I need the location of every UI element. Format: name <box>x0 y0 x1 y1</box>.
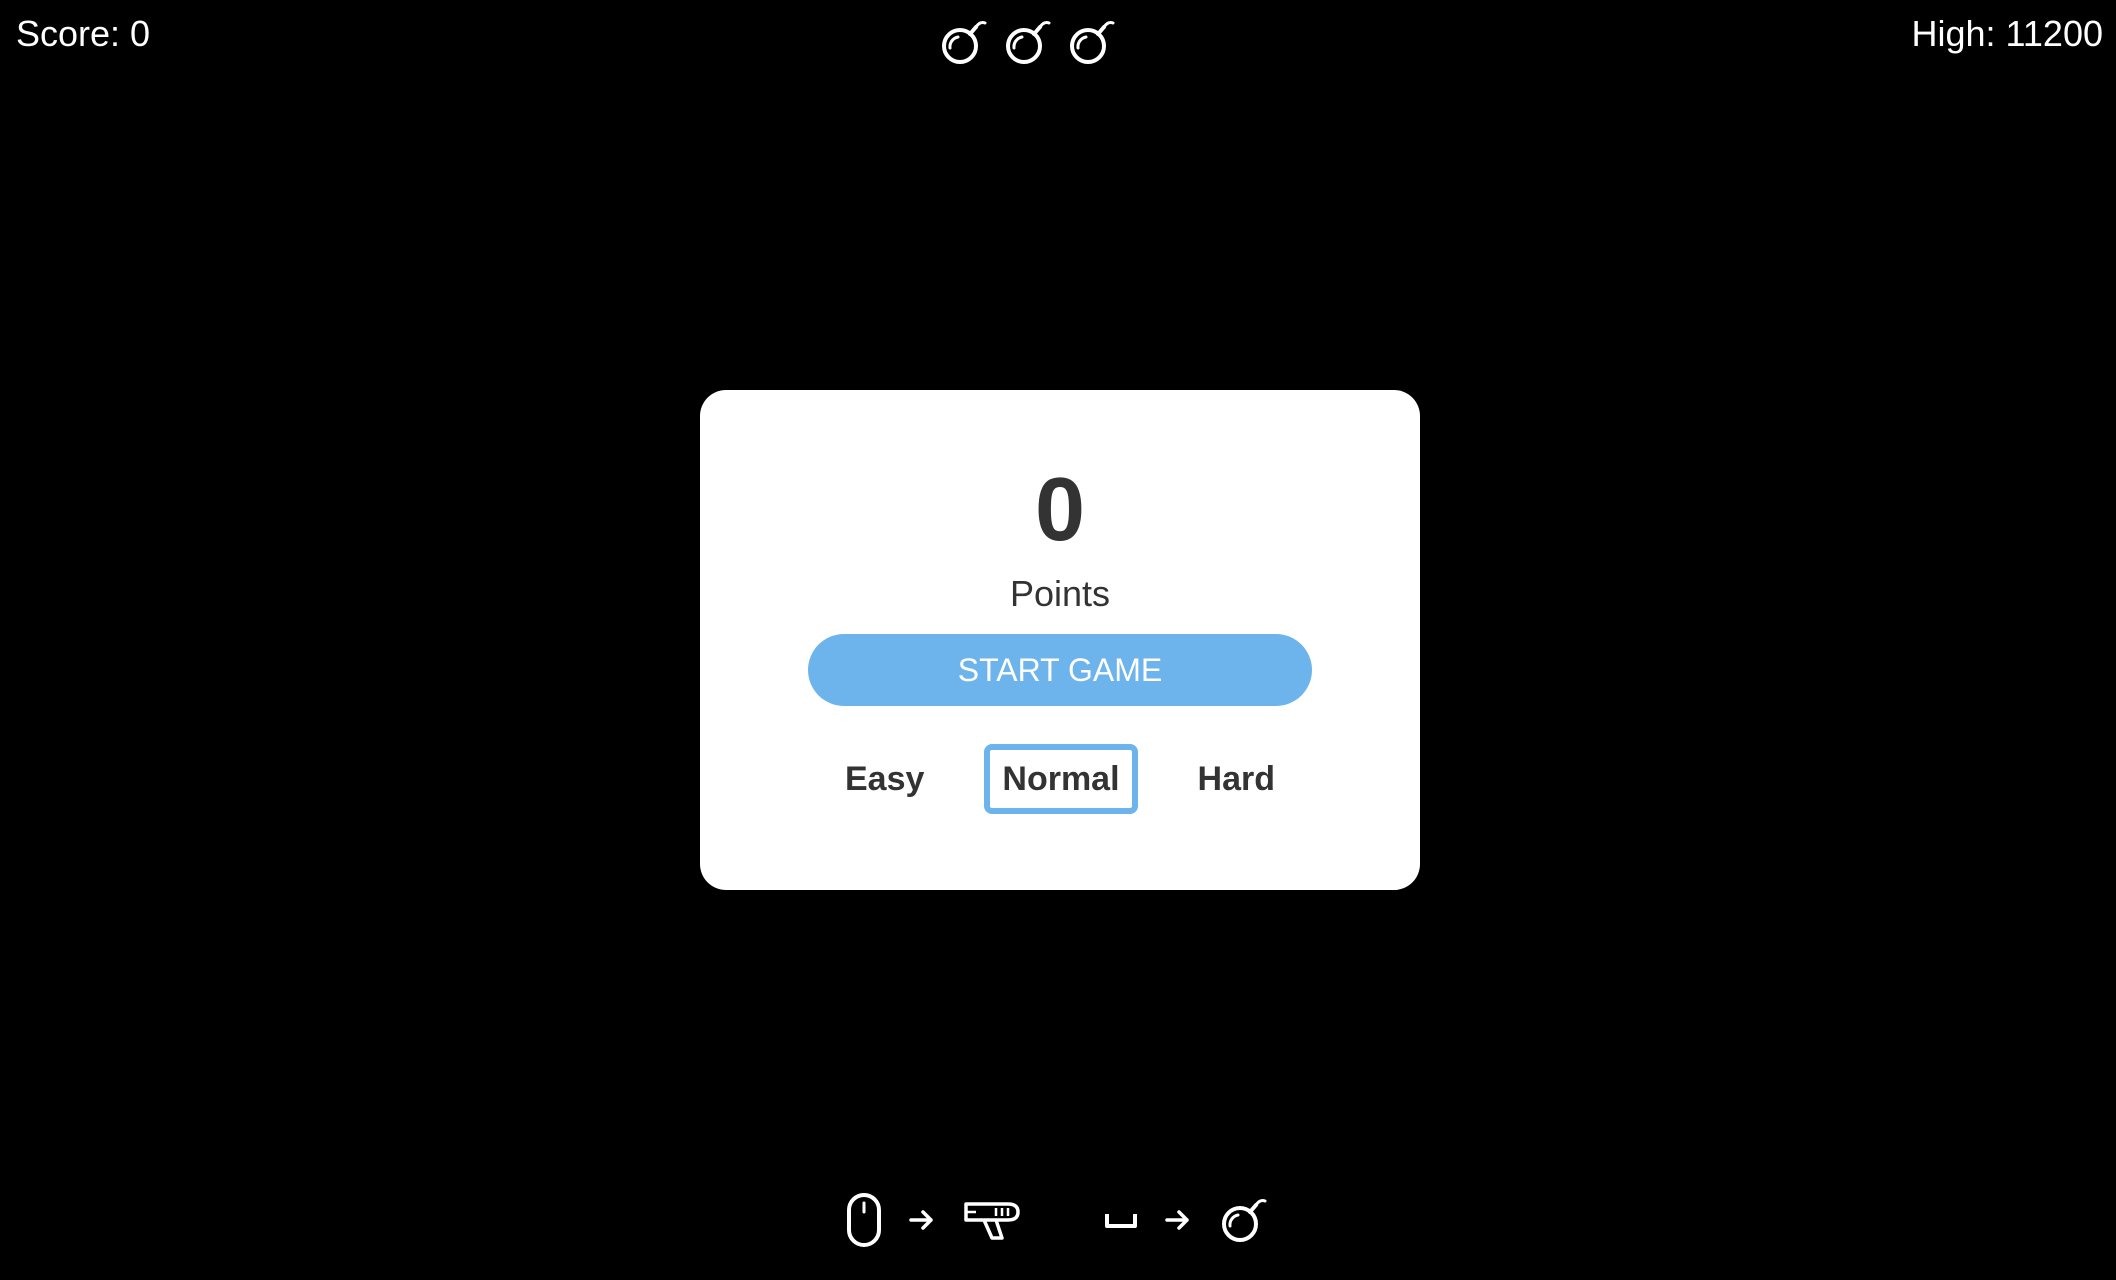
difficulty-hard-button[interactable]: Hard <box>1180 744 1293 814</box>
shoot-control-hint <box>846 1192 1024 1248</box>
main-menu-panel: 0 Points START GAME Easy Normal Hard <box>700 390 1420 890</box>
difficulty-easy-button[interactable]: Easy <box>827 744 942 814</box>
bomb-icon <box>1006 21 1051 64</box>
arrow-right-icon <box>1165 1210 1189 1230</box>
difficulty-normal-button[interactable]: Normal <box>984 744 1138 814</box>
mouse-icon <box>847 1193 881 1247</box>
bomb-icon <box>942 21 987 64</box>
menu-score-value: 0 <box>1034 460 1086 560</box>
bomb-control-hint <box>1104 1194 1270 1246</box>
blaster-icon <box>964 1202 1020 1240</box>
score-display: Score: 0 <box>16 13 151 54</box>
arrow-right-icon <box>909 1210 933 1230</box>
high-score-display: High: 11200 <box>1911 13 2103 54</box>
spacebar-icon <box>1105 1214 1137 1228</box>
bomb-icon <box>1222 1199 1267 1242</box>
start-game-button[interactable]: START GAME <box>808 634 1312 706</box>
controls-legend <box>0 1192 2116 1248</box>
bomb-count <box>938 16 1118 68</box>
bomb-icon <box>1070 21 1115 64</box>
difficulty-selector: Easy Normal Hard <box>700 744 1420 814</box>
game-stage[interactable]: Score: 0 High: 11200 0 Points START GAME… <box>0 0 2116 1280</box>
menu-points-label: Points <box>1009 573 1111 614</box>
